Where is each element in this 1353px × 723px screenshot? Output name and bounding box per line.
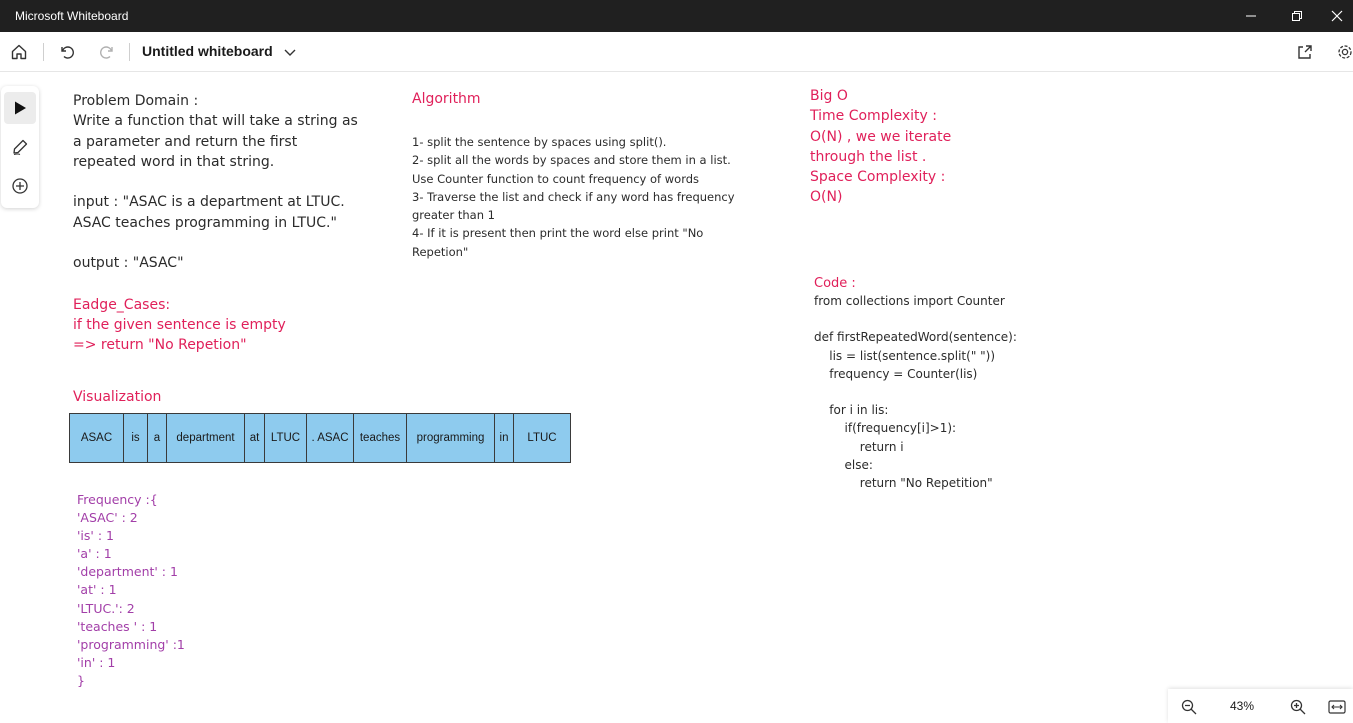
plus-circle-icon	[12, 178, 28, 194]
array-cell: teaches	[354, 414, 407, 462]
undo-button[interactable]	[57, 42, 77, 62]
app-toolbar: Untitled whiteboard	[0, 32, 1353, 72]
undo-icon	[61, 46, 74, 59]
toolbar-divider	[43, 43, 44, 61]
array-cell: . ASAC	[307, 414, 354, 462]
zoom-in-icon	[1290, 699, 1306, 715]
redo-icon	[100, 46, 113, 59]
share-icon	[1298, 45, 1312, 59]
share-button[interactable]	[1295, 42, 1315, 62]
edge-cases-title[interactable]: Eadge_Cases:	[73, 295, 170, 315]
pen-tool-button[interactable]	[4, 131, 36, 163]
array-cell: is	[124, 414, 148, 462]
array-cell: in	[495, 414, 514, 462]
tool-panel	[1, 86, 39, 208]
zoom-out-button[interactable]	[1180, 698, 1198, 716]
algorithm-title[interactable]: Algorithm	[412, 91, 481, 107]
gear-icon	[1338, 45, 1352, 59]
home-button[interactable]	[9, 42, 29, 62]
chevron-down-icon	[284, 49, 296, 56]
frequency-note[interactable]: Frequency :{ 'ASAC' : 2 'is' : 1 'a' : 1…	[77, 491, 185, 690]
toolbar-divider	[129, 43, 130, 61]
restore-icon	[1292, 11, 1302, 21]
add-button[interactable]	[4, 170, 36, 202]
array-cell: LTUC	[527, 432, 557, 444]
array-cell: at	[245, 414, 265, 462]
minimize-button[interactable]	[1228, 0, 1274, 32]
fit-to-screen-button[interactable]	[1328, 698, 1346, 716]
zoom-level: 43%	[1230, 699, 1255, 713]
zoom-controls: 43%	[1168, 689, 1353, 723]
visualization-array[interactable]: ASAC is a department at LTUC . ASAC teac…	[69, 413, 571, 463]
restore-button[interactable]	[1274, 0, 1320, 32]
code-title[interactable]: Code :	[814, 276, 856, 291]
edge-cases-note[interactable]: if the given sentence is empty => return…	[73, 315, 286, 355]
big-o-note[interactable]: Big O Time Complexity : O(N) , we we ite…	[810, 86, 951, 208]
visualization-title[interactable]: Visualization	[73, 389, 161, 405]
pointer-icon	[15, 101, 26, 115]
settings-button[interactable]	[1335, 42, 1353, 62]
title-bar: Microsoft Whiteboard	[0, 0, 1353, 32]
close-icon	[1331, 10, 1342, 22]
array-cell: department	[167, 414, 245, 462]
array-cell: LTUC	[265, 414, 307, 462]
fit-to-screen-icon	[1328, 700, 1346, 714]
pen-icon	[13, 139, 28, 155]
board-title-dropdown[interactable]	[280, 42, 300, 62]
select-tool-button[interactable]	[4, 92, 36, 124]
app-title: Microsoft Whiteboard	[15, 9, 129, 23]
zoom-in-button[interactable]	[1289, 698, 1307, 716]
problem-domain-note[interactable]: Problem Domain : Write a function that w…	[73, 91, 358, 274]
home-icon	[11, 44, 27, 60]
array-cell: programming	[407, 414, 495, 462]
algorithm-note[interactable]: 1- split the sentence by spaces using sp…	[412, 133, 735, 261]
code-note[interactable]: from collections import Counter def firs…	[814, 292, 1017, 492]
redo-button[interactable]	[97, 42, 117, 62]
zoom-out-icon	[1181, 699, 1197, 715]
close-button[interactable]	[1320, 0, 1353, 32]
array-cell: ASAC	[70, 414, 124, 462]
board-title[interactable]: Untitled whiteboard	[142, 43, 273, 59]
minimize-icon	[1246, 15, 1256, 17]
array-cell: a	[148, 414, 167, 462]
